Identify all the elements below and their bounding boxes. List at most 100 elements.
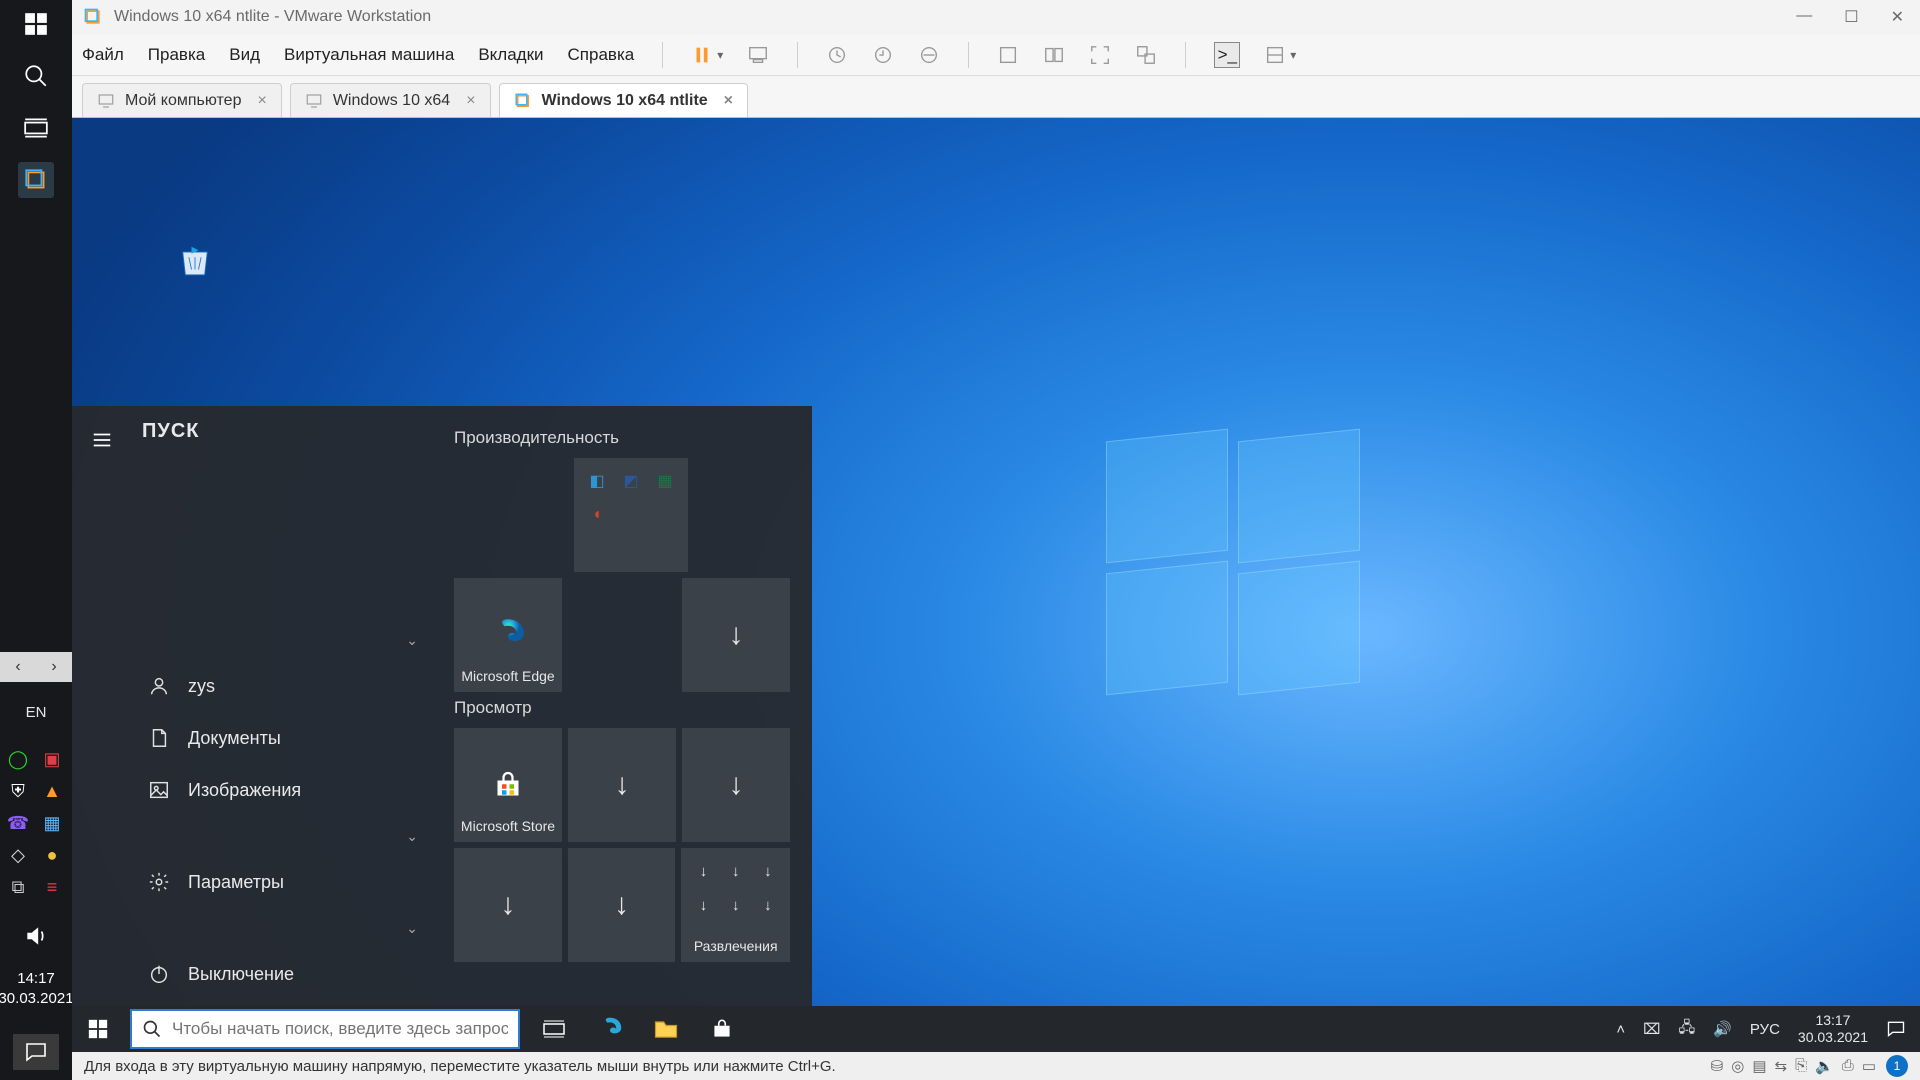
tile-download-1[interactable]: ↓ bbox=[682, 578, 790, 692]
dev-floppy-icon[interactable]: ▤ bbox=[1752, 1057, 1766, 1075]
guest-screen[interactable]: ПУСК ⌄ zys Документы Изображения ⌄ bbox=[72, 118, 1920, 1052]
host-tray-nav-fwd[interactable]: › bbox=[36, 652, 72, 682]
tile-edge[interactable]: Microsoft Edge bbox=[454, 578, 562, 692]
tile-group-browse[interactable]: Просмотр bbox=[454, 698, 790, 718]
guest-edge-icon[interactable] bbox=[582, 1006, 638, 1052]
tab-vm2[interactable]: Windows 10 x64 ntlite × bbox=[499, 83, 748, 117]
tile-office-folder[interactable]: ◧ ◩ ▦ ◖ bbox=[574, 458, 688, 572]
toolbar-fullscreen-icon[interactable] bbox=[1089, 44, 1111, 66]
guest-tray-network-icon[interactable]: 🖧 bbox=[1678, 1017, 1695, 1042]
guest-tray-expand-icon[interactable]: ˄ bbox=[1616, 1021, 1625, 1038]
toolbar-stretch-icon[interactable]: ▾ bbox=[1264, 44, 1296, 66]
toolbar-snapshot-take-icon[interactable] bbox=[826, 44, 848, 66]
start-all-apps-chevron-icon[interactable]: ⌄ bbox=[132, 620, 432, 660]
guest-search-box[interactable] bbox=[130, 1009, 520, 1049]
tile-download-4[interactable]: ↓ bbox=[454, 848, 562, 962]
dev-harddisk-icon[interactable]: ⛁ bbox=[1711, 1057, 1724, 1075]
guest-store-icon[interactable] bbox=[694, 1006, 750, 1052]
start-pictures-label: Изображения bbox=[188, 780, 301, 801]
guest-clock[interactable]: 13:17 30.03.2021 bbox=[1798, 1012, 1868, 1046]
guest-search-input[interactable] bbox=[172, 1019, 508, 1039]
menu-edit[interactable]: Правка bbox=[148, 45, 205, 65]
tray-red-icon[interactable]: ▣ bbox=[38, 745, 66, 773]
tray-defender-icon[interactable]: ⛨ bbox=[4, 777, 32, 805]
start-user-button[interactable]: zys bbox=[132, 660, 432, 712]
host-volume-icon[interactable] bbox=[18, 923, 54, 949]
guest-tray-keyboard-icon[interactable]: ⌧ bbox=[1643, 1020, 1660, 1038]
tile-edge-label: Microsoft Edge bbox=[454, 668, 562, 684]
toolbar-view-single-icon[interactable] bbox=[997, 44, 1019, 66]
tray-red2-icon[interactable]: ≡ bbox=[38, 873, 66, 901]
tray-msg-icon[interactable]: ⧉ bbox=[4, 873, 32, 901]
menu-file[interactable]: Файл bbox=[82, 45, 124, 65]
start-hamburger-icon[interactable] bbox=[72, 420, 132, 460]
tab-vm1[interactable]: Windows 10 x64 × bbox=[290, 83, 491, 117]
tab-close-icon[interactable]: × bbox=[257, 92, 266, 110]
tray-flame-icon[interactable]: ▲ bbox=[38, 777, 66, 805]
toolbar-send-cad-icon[interactable] bbox=[747, 44, 769, 66]
guest-notifications-icon[interactable] bbox=[1886, 1019, 1906, 1039]
tile-download-3[interactable]: ↓ bbox=[682, 728, 790, 842]
window-minimize-button[interactable]: — bbox=[1796, 7, 1812, 27]
host-clock[interactable]: 14:17 30.03.2021 bbox=[0, 965, 74, 1018]
tray-viber-icon[interactable]: ☎ bbox=[4, 809, 32, 837]
menu-view[interactable]: Вид bbox=[229, 45, 260, 65]
dev-cd-icon[interactable]: ◎ bbox=[1731, 1057, 1744, 1075]
toolbar-console-icon[interactable]: >_ bbox=[1214, 42, 1240, 68]
guest-start-button[interactable] bbox=[72, 1006, 124, 1052]
toolbar-snapshot-revert-icon[interactable] bbox=[872, 44, 894, 66]
host-notifications-icon[interactable] bbox=[13, 1034, 59, 1070]
toolbar-view-split-icon[interactable] bbox=[1043, 44, 1065, 66]
start-settings-button[interactable]: Параметры bbox=[132, 856, 432, 908]
menu-vm[interactable]: Виртуальная машина bbox=[284, 45, 454, 65]
host-search-icon[interactable] bbox=[18, 58, 54, 94]
tray-shield2-icon[interactable]: ◇ bbox=[4, 841, 32, 869]
window-close-button[interactable]: ✕ bbox=[1891, 7, 1904, 27]
dev-display-icon[interactable]: ▭ bbox=[1862, 1057, 1876, 1075]
windows-logo-icon bbox=[1106, 435, 1366, 695]
menu-tabs[interactable]: Вкладки bbox=[478, 45, 543, 65]
title-bar: Windows 10 x64 ntlite - VMware Workstati… bbox=[72, 0, 1920, 34]
guest-taskview-icon[interactable] bbox=[526, 1006, 582, 1052]
start-chevron3-icon[interactable]: ⌄ bbox=[132, 908, 432, 948]
status-message-badge[interactable]: 1 bbox=[1886, 1055, 1908, 1077]
tab-home[interactable]: Мой компьютер × bbox=[82, 83, 282, 117]
tile-store[interactable]: Microsoft Store bbox=[454, 728, 562, 842]
dev-printer-icon[interactable]: ⎙ bbox=[1842, 1057, 1854, 1075]
vm-running-icon bbox=[514, 92, 532, 110]
toolbar-pause-button[interactable]: ▾ bbox=[691, 44, 723, 66]
tray-utorrent-icon[interactable]: ◯ bbox=[4, 745, 32, 773]
host-tray-nav[interactable]: ‹ › bbox=[0, 652, 72, 682]
tile-group-productivity[interactable]: Производительность bbox=[454, 428, 790, 448]
window-maximize-button[interactable]: ☐ bbox=[1844, 7, 1858, 27]
menu-help[interactable]: Справка bbox=[568, 45, 635, 65]
download-icon: ↓ bbox=[615, 768, 630, 802]
tile-entertainment-folder[interactable]: ↓ ↓ ↓ ↓ ↓ ↓ Развлечения bbox=[681, 848, 790, 962]
tile-download-2[interactable]: ↓ bbox=[568, 728, 676, 842]
start-documents-button[interactable]: Документы bbox=[132, 712, 432, 764]
guest-explorer-icon[interactable] bbox=[638, 1006, 694, 1052]
toolbar-snapshot-manage-icon[interactable] bbox=[918, 44, 940, 66]
start-chevron2-icon[interactable]: ⌄ bbox=[132, 816, 432, 856]
toolbar-unity-icon[interactable] bbox=[1135, 44, 1157, 66]
tile-download-5[interactable]: ↓ bbox=[568, 848, 676, 962]
host-start-button[interactable] bbox=[18, 6, 54, 42]
host-taskview-icon[interactable] bbox=[18, 110, 54, 146]
host-app-vmware-icon[interactable] bbox=[18, 162, 54, 198]
tray-gold-icon[interactable]: ● bbox=[38, 841, 66, 869]
recycle-bin-icon[interactable] bbox=[172, 236, 218, 282]
tab-close-icon[interactable]: × bbox=[724, 92, 733, 110]
host-language-indicator[interactable]: EN bbox=[0, 698, 72, 725]
start-pictures-button[interactable]: Изображения bbox=[132, 764, 432, 816]
guest-time: 13:17 bbox=[1798, 1012, 1868, 1029]
start-power-button[interactable]: Выключение bbox=[132, 948, 432, 1000]
guest-tray-volume-icon[interactable]: 🔊 bbox=[1713, 1020, 1732, 1038]
host-tray-nav-back[interactable]: ‹ bbox=[0, 652, 36, 682]
guest-language-indicator[interactable]: РУС bbox=[1750, 1021, 1780, 1038]
tab-close-icon[interactable]: × bbox=[466, 92, 475, 110]
dev-sound-icon[interactable]: 🔈 bbox=[1815, 1057, 1834, 1075]
app-logo-icon bbox=[82, 6, 104, 28]
tray-blue-icon[interactable]: ▦ bbox=[38, 809, 66, 837]
dev-usb-icon[interactable]: ⎘ bbox=[1795, 1057, 1807, 1075]
dev-network-icon[interactable]: ⇆ bbox=[1775, 1057, 1788, 1075]
